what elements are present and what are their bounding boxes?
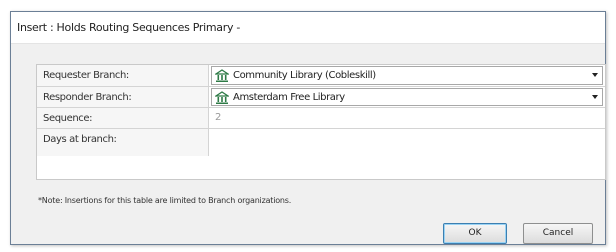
cancel-button[interactable]: Cancel bbox=[523, 223, 593, 244]
sequence-field: 2 bbox=[209, 108, 605, 128]
days-at-branch-label: Days at branch: bbox=[43, 134, 117, 145]
responder-branch-dropdown[interactable]: Amsterdam Free Library bbox=[211, 88, 603, 106]
days-at-branch-row: Days at branch: bbox=[37, 129, 605, 156]
insert-dialog: Insert : Holds Routing Sequences Primary… bbox=[10, 11, 606, 245]
library-building-icon bbox=[215, 91, 229, 104]
sequence-label-cell: Sequence: bbox=[37, 108, 209, 128]
ok-button[interactable]: OK bbox=[443, 223, 507, 244]
library-building-icon bbox=[215, 69, 229, 82]
requester-branch-row: Requester Branch: Community Library (Cob… bbox=[37, 65, 605, 87]
chevron-down-icon[interactable] bbox=[592, 73, 598, 77]
requester-branch-label: Requester Branch: bbox=[43, 70, 129, 81]
sequence-value: 2 bbox=[215, 112, 222, 123]
requester-branch-label-cell: Requester Branch: bbox=[37, 65, 209, 86]
requester-branch-value-cell: Community Library (Cobleskill) bbox=[209, 65, 605, 86]
requester-branch-dropdown[interactable]: Community Library (Cobleskill) bbox=[211, 66, 603, 85]
insertion-note: *Note: Insertions for this table are lim… bbox=[38, 196, 292, 205]
sequence-label: Sequence: bbox=[43, 113, 93, 124]
dialog-title: Insert : Holds Routing Sequences Primary… bbox=[17, 21, 241, 34]
responder-branch-value-cell: Amsterdam Free Library bbox=[209, 87, 605, 107]
responder-branch-label: Responder Branch: bbox=[43, 92, 132, 103]
days-at-branch-field[interactable] bbox=[209, 129, 605, 156]
responder-branch-value: Amsterdam Free Library bbox=[233, 92, 345, 103]
days-at-branch-label-cell: Days at branch: bbox=[37, 129, 209, 156]
requester-branch-value: Community Library (Cobleskill) bbox=[233, 70, 376, 81]
dialog-titlebar: Insert : Holds Routing Sequences Primary… bbox=[11, 12, 605, 44]
responder-branch-row: Responder Branch: Amsterdam Free Library bbox=[37, 87, 605, 108]
responder-branch-label-cell: Responder Branch: bbox=[37, 87, 209, 107]
sequence-row: Sequence: 2 bbox=[37, 108, 605, 129]
form-panel: Requester Branch: Community Library (Cob… bbox=[36, 64, 606, 180]
chevron-down-icon[interactable] bbox=[592, 95, 598, 99]
